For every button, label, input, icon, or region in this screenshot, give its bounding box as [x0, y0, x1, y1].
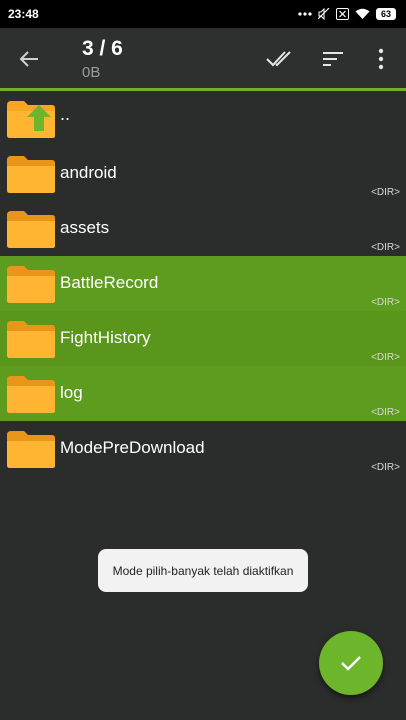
folder-icon	[7, 431, 55, 468]
folder-icon	[7, 321, 55, 358]
dir-label: <DIR>	[371, 242, 400, 253]
list-item-android[interactable]: android <DIR>	[0, 146, 406, 201]
back-arrow-icon	[19, 51, 38, 67]
dir-label: <DIR>	[371, 352, 400, 363]
parent-folder-icon	[7, 101, 55, 138]
dir-label: <DIR>	[371, 462, 400, 473]
sort-button[interactable]	[318, 44, 348, 74]
list-item-log[interactable]: log <DIR>	[0, 366, 406, 421]
selection-count-title: 3 / 6	[82, 37, 123, 60]
back-button[interactable]	[14, 44, 44, 74]
sort-icon	[323, 52, 343, 66]
file-name: android	[60, 163, 117, 182]
wifi-icon	[355, 8, 370, 20]
file-name: assets	[60, 218, 110, 237]
more-vert-icon	[378, 48, 384, 70]
select-all-button[interactable]	[264, 44, 294, 74]
list-item-assets[interactable]: assets <DIR>	[0, 201, 406, 256]
dir-label: <DIR>	[371, 187, 400, 198]
file-name: ModePreDownload	[60, 438, 205, 457]
selection-size-subtitle: 0B	[82, 64, 101, 81]
toast-message: Mode pilih-banyak telah diaktifkan	[98, 549, 308, 592]
folder-icon	[7, 376, 55, 413]
double-check-icon	[266, 51, 291, 67]
dir-label: <DIR>	[371, 297, 400, 308]
status-time: 23:48	[8, 7, 39, 21]
battery-level: 63	[376, 8, 396, 20]
status-bar: 23:48 63	[0, 0, 406, 28]
confirm-fab-button[interactable]	[319, 631, 383, 695]
list-item-modepredownload[interactable]: ModePreDownload <DIR>	[0, 421, 406, 476]
more-options-button[interactable]	[366, 44, 396, 74]
check-icon	[341, 656, 361, 671]
file-name: FightHistory	[60, 328, 151, 347]
folder-icon	[7, 266, 55, 303]
sim-x-icon	[336, 8, 349, 20]
status-icons: 63	[298, 8, 396, 20]
folder-icon	[7, 211, 55, 248]
file-name: BattleRecord	[60, 273, 159, 292]
more-dots-icon	[298, 9, 312, 19]
list-item-battlerecord[interactable]: BattleRecord <DIR>	[0, 256, 406, 311]
mute-icon	[318, 8, 330, 20]
list-item-parent[interactable]: ..	[0, 91, 406, 146]
file-name: log	[60, 383, 83, 402]
file-name: ..	[60, 104, 71, 124]
file-list: .. android <DIR> assets <DIR> BattleReco…	[0, 91, 406, 476]
dir-label: <DIR>	[371, 407, 400, 418]
folder-icon	[7, 156, 55, 193]
list-item-fighthistory[interactable]: FightHistory <DIR>	[0, 311, 406, 366]
